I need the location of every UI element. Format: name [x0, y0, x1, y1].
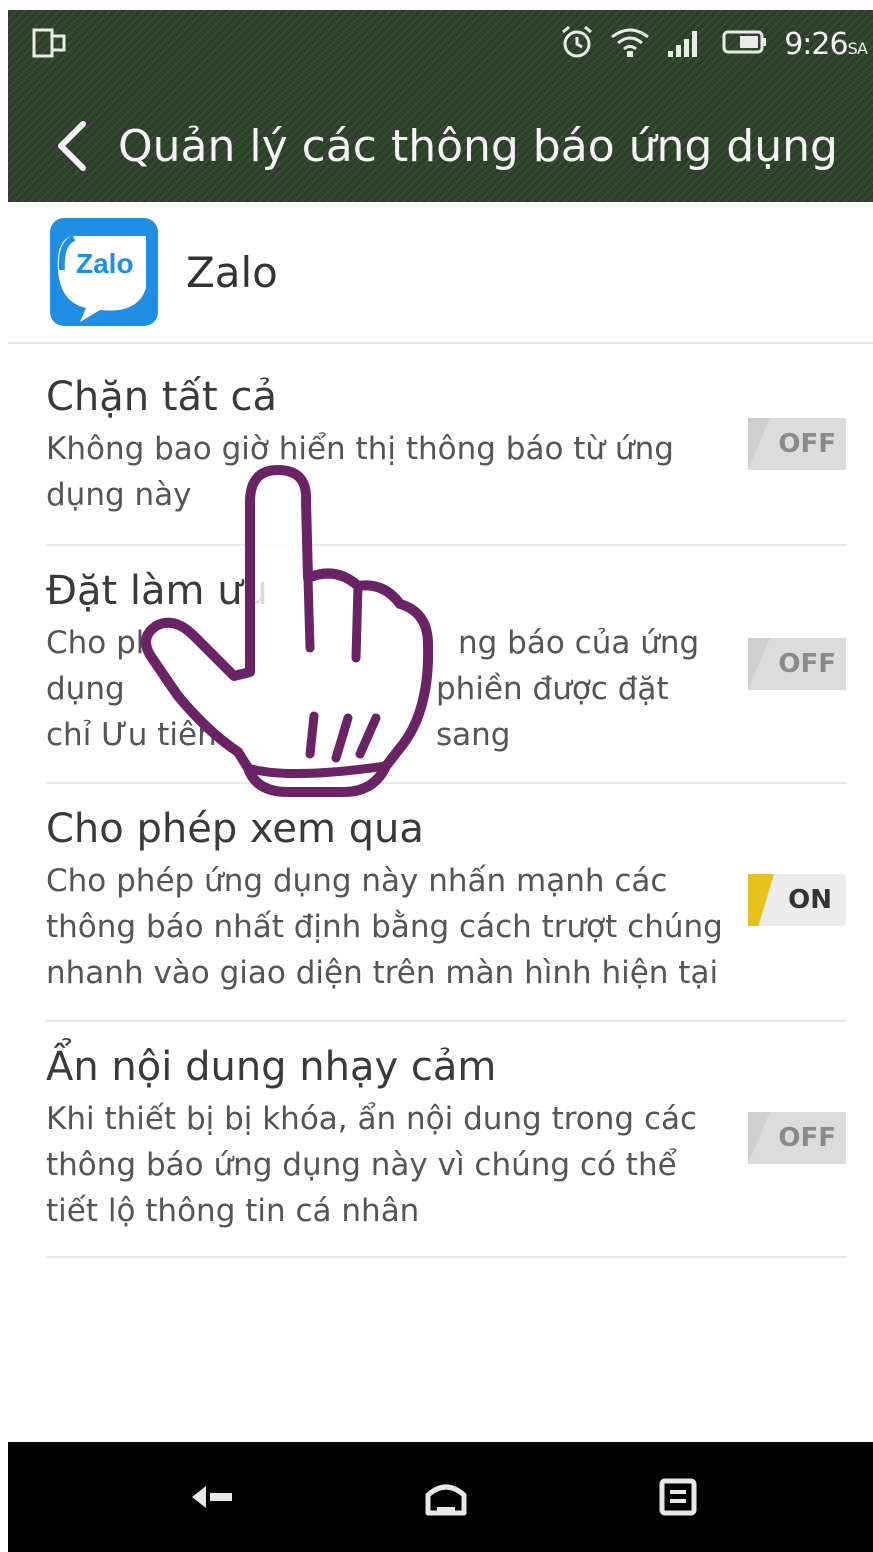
signal-icon — [666, 27, 706, 61]
toggle-label: OFF — [778, 1123, 836, 1153]
setting-title: Chặn tất cả — [46, 374, 277, 420]
setting-title: Đặt làm ưu — [46, 568, 268, 614]
setting-hide-sensitive[interactable]: Ẩn nội dung nhạy cảm Khi thiết bị bị khó… — [46, 1022, 846, 1258]
chevron-left-icon — [58, 121, 86, 171]
toggle-track — [748, 874, 774, 926]
toggle-label: ON — [788, 885, 832, 915]
desc-fragment: phiền được đặt sang — [436, 671, 669, 753]
desc-fragment: dụng — [46, 671, 125, 707]
wifi-icon — [610, 25, 650, 63]
desc-fragment: ng báo của ứng — [458, 625, 700, 661]
zalo-logo-text: Zalo — [76, 248, 134, 279]
setting-block-all[interactable]: Chặn tất cả Không bao giờ hiển thị thông… — [46, 360, 846, 546]
nav-back-button[interactable] — [184, 1472, 240, 1522]
settings-list: Chặn tất cả Không bao giờ hiển thị thông… — [46, 360, 846, 1258]
nav-recents-button[interactable] — [650, 1472, 706, 1522]
setting-title: Cho phép xem qua — [46, 806, 424, 852]
alarm-icon — [560, 24, 594, 64]
toggle-track — [748, 1112, 770, 1164]
setting-description: Không bao giờ hiển thị thông báo từ ứng … — [46, 431, 674, 513]
toggle-track — [748, 418, 770, 470]
back-button[interactable] — [38, 111, 108, 181]
clock-time: 9:26 — [784, 26, 848, 62]
nav-recents-icon — [659, 1478, 697, 1516]
setting-description: Khi thiết bị bị khóa, ẩn nội dung trong … — [46, 1101, 698, 1229]
toggle-label: OFF — [778, 649, 836, 679]
clock-suffix: SA — [847, 38, 868, 58]
app-header: Zalo Zalo — [8, 202, 873, 344]
setting-priority[interactable]: Đặt làm ưu Cho ph ng báo của ứng dụng ph… — [46, 546, 846, 784]
page-title: Quản lý các thông báo ứng dụng — [118, 120, 838, 172]
nav-home-button[interactable] — [418, 1472, 474, 1522]
top-bar: 9:26SA Quản lý các thông báo ứng dụng — [8, 10, 873, 202]
navigation-bar — [8, 1442, 873, 1552]
peek-toggle[interactable]: ON — [748, 874, 846, 926]
setting-peek[interactable]: Cho phép xem qua Cho phép ứng dụng này n… — [46, 784, 846, 1022]
block-all-toggle[interactable]: OFF — [748, 418, 846, 470]
status-clock: 9:26SA — [784, 26, 868, 62]
setting-title: Ẩn nội dung nhạy cảm — [46, 1044, 497, 1090]
desc-fragment: chỉ Ưu tiên — [46, 717, 217, 753]
screen: 9:26SA Quản lý các thông báo ứng dụng Za… — [8, 10, 873, 1552]
toolbar: Quản lý các thông báo ứng dụng — [8, 96, 873, 196]
setting-description: Cho ph ng báo của ứng dụng phiền được đặ… — [46, 620, 736, 758]
toggle-label: OFF — [778, 429, 836, 459]
nav-home-icon — [425, 1484, 467, 1516]
app-name: Zalo — [186, 247, 278, 297]
setting-description: Cho phép ứng dụng này nhấn mạnh các thôn… — [46, 863, 723, 991]
toggle-track — [748, 638, 770, 690]
priority-toggle[interactable]: OFF — [748, 638, 846, 690]
status-icons: 9:26SA — [560, 24, 868, 64]
desc-fragment: Cho ph — [46, 625, 156, 661]
zalo-app-icon: Zalo — [50, 218, 158, 326]
battery-icon — [722, 28, 768, 60]
hide-sensitive-toggle[interactable]: OFF — [748, 1112, 846, 1164]
nav-back-icon — [192, 1486, 232, 1508]
screen-mirror-icon — [32, 28, 66, 58]
